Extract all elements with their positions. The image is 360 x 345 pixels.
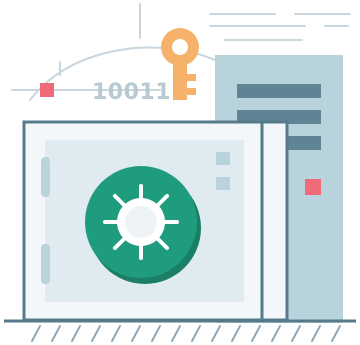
safe-status-light-top [216, 152, 230, 165]
security-illustration: 10011 [4, 3, 356, 342]
safe-hinge-bottom [41, 244, 50, 284]
ground-hatching [31, 325, 341, 342]
safe-hinge-top [41, 157, 50, 197]
accent-square-left [40, 83, 54, 97]
server-indicator-light [305, 179, 321, 195]
binary-code-text: 10011 [92, 80, 171, 105]
safe-icon [22, 120, 289, 322]
safe-status-light-bottom [216, 177, 230, 190]
